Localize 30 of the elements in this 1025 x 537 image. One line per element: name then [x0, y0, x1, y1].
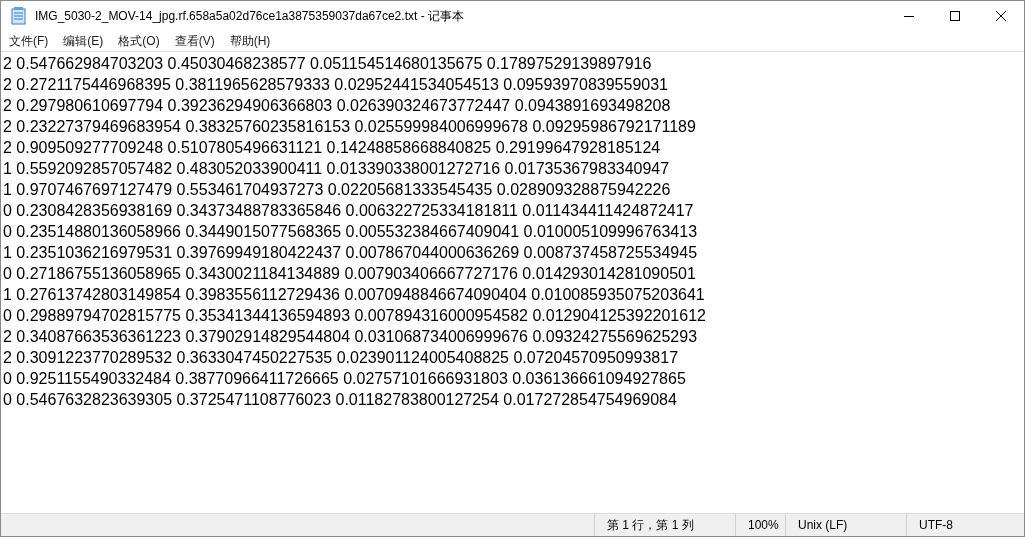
cursor-position: 第 1 行，第 1 列	[607, 516, 694, 534]
text-line: 0 0.29889794702815775 0.35341344136594893 0.007894316000954582 0.012904125392201612	[3, 306, 707, 326]
text-line: 2 0.23227379469683954 0.38325760235816153 0.025599984006999678 0.09295986792171189	[3, 117, 697, 137]
text-line: 2 0.2721175446968395 0.3811965628579333 0.02952441534054513 0.09593970839559031	[3, 75, 669, 95]
maximize-icon	[950, 11, 960, 21]
notepad-icon	[11, 7, 27, 25]
menu-item[interactable]: 文件(F)	[3, 32, 55, 50]
text-line: 0 0.23514880136058966 0.3449015077568365 0.005532384667409041 0.010005109996763413	[3, 222, 699, 242]
text-line: 0 0.27186755136058965 0.3430021184134889 0.007903406667727176 0.014293014281090501	[3, 264, 697, 284]
window-title: IMG_5030-2_MOV-14_jpg.rf.658a5a02d76ce1a3875359037da67ce2.txt - 记事本	[35, 7, 464, 25]
text-line: 2 0.547662984703203 0.45030468238577 0.051154514680135675 0.17897529139897916	[3, 54, 653, 74]
text-line: 0 0.9251155490332484 0.38770966411726665 0.02757101666931803 0.036136661094927865	[3, 369, 687, 389]
encoding: UTF-8	[919, 518, 953, 532]
menu-item[interactable]: 查看(V)	[168, 32, 221, 50]
text-line: 0 0.5467632823639305 0.3725471108776023 0.01182783800127254 0.017272854754969084	[3, 390, 678, 410]
close-icon	[996, 11, 1006, 21]
zoom-level: 100%	[748, 518, 779, 532]
text-line: 0 0.2308428356938169 0.34373488783365846 0.006322725334181811 0.011434411424872417	[3, 201, 695, 221]
text-line: 1 0.9707467697127479 0.553461704937273 0.02205681333545435 0.028909328875942226	[3, 180, 672, 200]
text-line: 1 0.2351036216979531 0.39769949180422437 0.007867044000636269 0.008737458725534945	[3, 243, 699, 263]
text-line: 2 0.34087663536361223 0.37902914829544804 0.031068734006999676 0.09324275569625293	[3, 327, 699, 347]
menu-item[interactable]: 格式(O)	[112, 32, 166, 50]
menu-item[interactable]: 编辑(E)	[57, 32, 110, 50]
text-line: 1 0.27613742803149854 0.3983556112729436 0.0070948846674090404 0.010085935075203641	[3, 285, 706, 305]
line-ending: Unix (LF)	[798, 518, 848, 532]
text-line: 2 0.3091223770289532 0.3633047450227535 0.023901124005408825 0.07204570950993817	[3, 348, 680, 368]
menu-item[interactable]: 帮助(H)	[223, 32, 277, 50]
text-line: 2 0.297980610697794 0.39236294906366803 0.026390324673772447 0.0943891693498208	[3, 96, 672, 116]
text-line: 1 0.5592092857057482 0.483052033900411 0.013390338001272716 0.01735367983340947	[3, 159, 671, 179]
text-line: 2 0.909509277709248 0.5107805496631121 0.14248858668840825 0.29199647928185124	[3, 138, 662, 158]
